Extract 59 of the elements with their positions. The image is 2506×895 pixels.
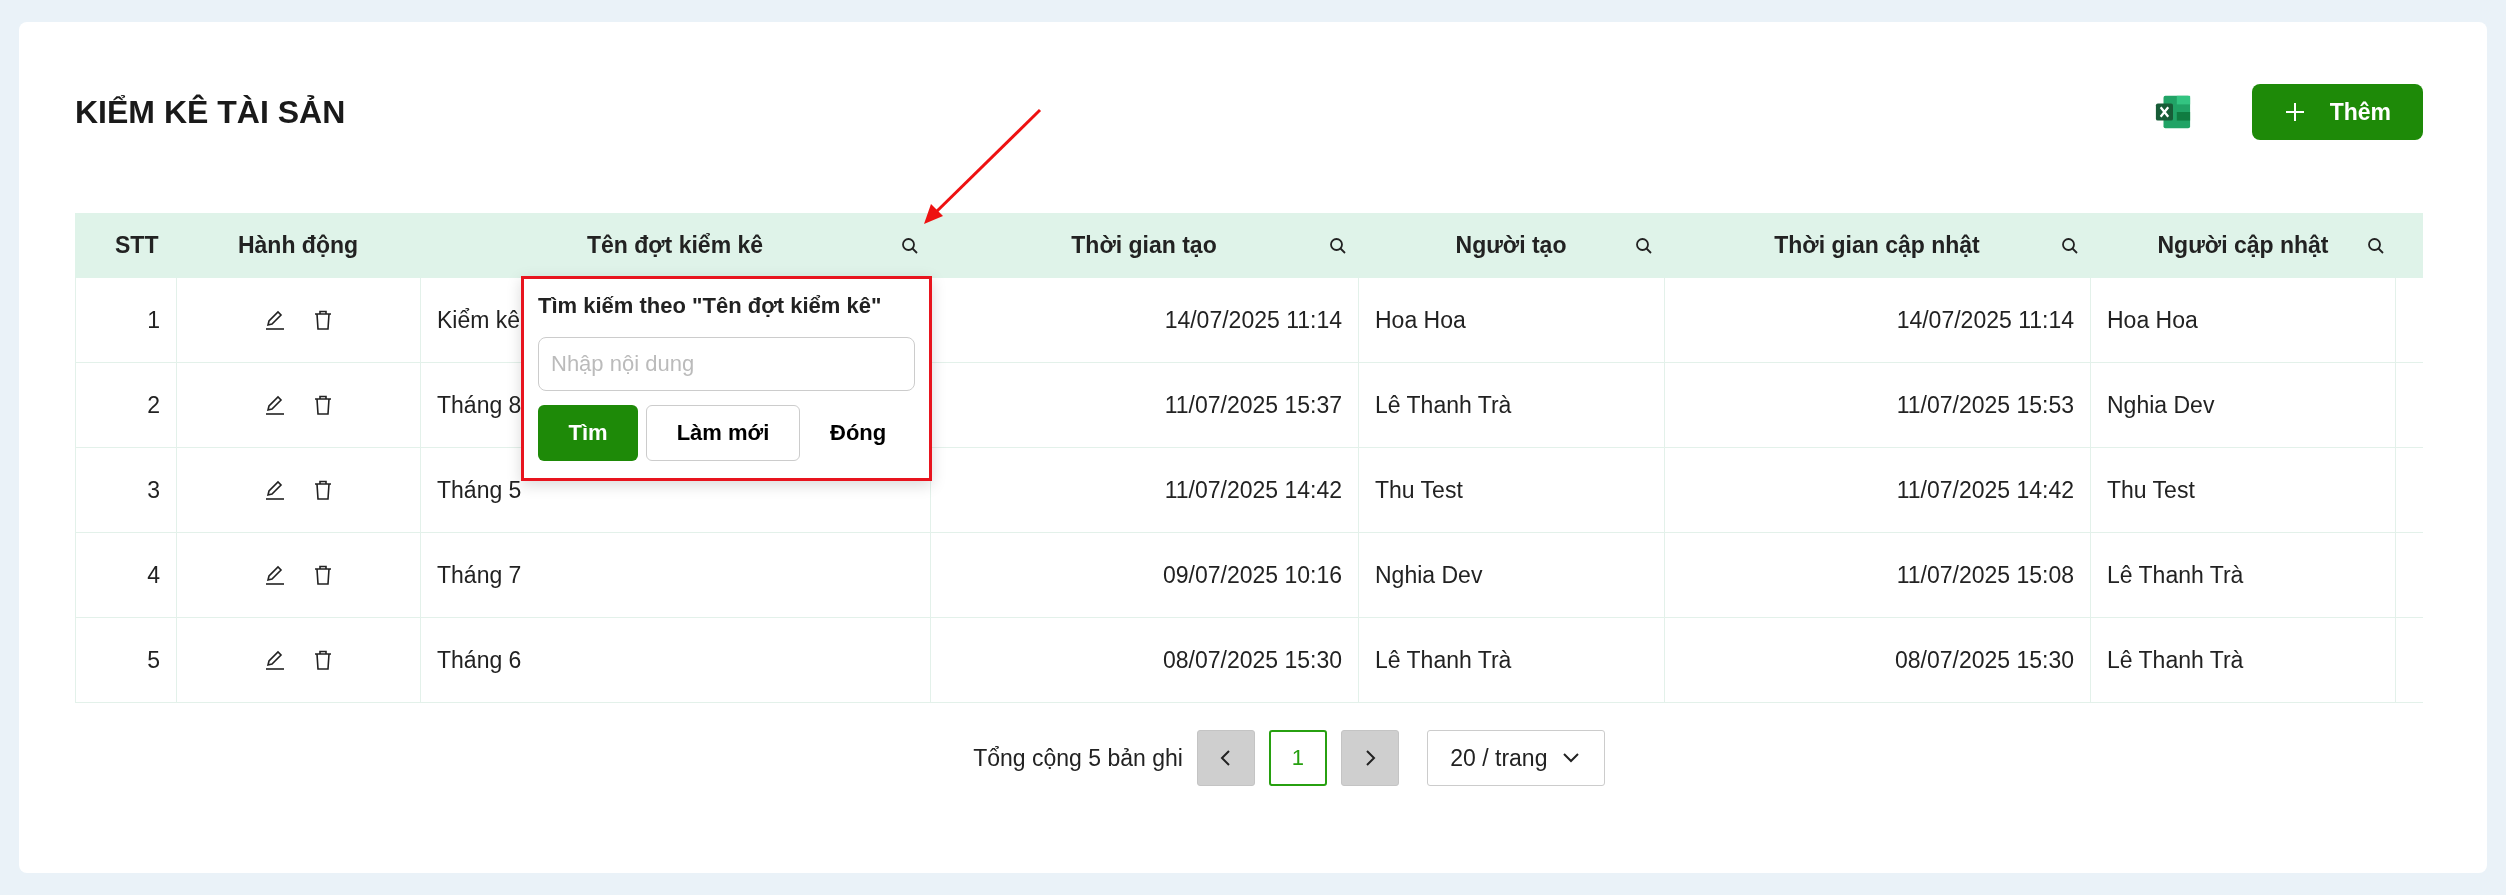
user-cell: Nghia Dev [2107,391,2215,419]
user-cell: Lê Thanh Trà [1375,391,1512,419]
column-header: Tên đợt kiểm kê [585,232,765,259]
index-cell: 2 [147,391,160,419]
user-cell: Thu Test [1375,476,1463,504]
name-cell: Tháng 6 [437,646,522,674]
date-cell: 11/07/2025 15:37 [1164,391,1342,419]
page-title: KIỂM KÊ TÀI SẢN [75,93,346,131]
spreadsheet-icon[interactable] [2153,93,2192,131]
column-header: Người cập nhật [2156,232,2330,259]
popup-title: Tìm kiếm theo "Tên đợt kiểm kê" [538,293,883,319]
name-cell: Tháng 5 [437,476,522,504]
user-cell: Hoa Hoa [1375,306,1466,334]
search-icon[interactable] [2367,236,2385,255]
edit-icon[interactable] [263,309,286,331]
search-icon[interactable] [1329,236,1347,255]
search-field[interactable]: Nhập nội dung [538,337,915,391]
add-button[interactable]: Thêm [2251,84,2423,140]
date-cell: 11/07/2025 14:42 [1164,476,1342,504]
edit-icon[interactable] [263,649,286,671]
index-cell: 4 [147,561,160,589]
caret-icon [1561,751,1582,765]
column-header: Thời gian cập nhật [1773,232,1981,259]
name-cell: Tháng 8 [437,391,522,419]
date-cell: 11/07/2025 15:08 [1896,561,2074,589]
search-button[interactable]: Tìm [538,405,638,461]
user-cell: Nghia Dev [1375,561,1483,589]
column-header: Hành động [236,232,360,259]
name-cell: Tháng 7 [437,561,522,589]
index-cell: 5 [147,646,160,674]
date-cell: 08/07/2025 15:30 [1162,646,1342,674]
date-cell: 14/07/2025 11:14 [1164,306,1342,334]
index-cell: 1 [147,306,160,334]
edit-icon[interactable] [263,394,286,416]
user-cell: Lê Thanh Trà [2107,646,2244,674]
user-cell: Lê Thanh Trà [1375,646,1512,674]
total-count: Tổng cộng 5 bản ghi [973,744,1183,772]
reset-button[interactable]: Làm mới [646,405,800,461]
search-icon[interactable] [2061,236,2079,255]
user-cell: Lê Thanh Trà [2107,561,2244,589]
date-cell: 14/07/2025 11:14 [1896,306,2074,334]
user-cell: Hoa Hoa [2107,306,2198,334]
close-button[interactable]: Đóng [808,405,909,461]
search-icon[interactable] [901,236,919,255]
date-cell: 11/07/2025 14:42 [1896,476,2074,504]
date-cell: 09/07/2025 10:16 [1162,561,1342,589]
name-cell: Kiểm kê [437,306,521,334]
edit-icon[interactable] [263,564,286,586]
page-size-select[interactable]: 20 / trang [1426,730,1605,786]
edit-icon[interactable] [263,479,286,501]
column-header: Người tạo [1454,232,1568,259]
column-header: Thời gian tạo [1070,232,1218,259]
date-cell: 08/07/2025 15:30 [1894,646,2074,674]
date-cell: 11/07/2025 15:53 [1896,391,2074,419]
plus-icon [2283,101,2306,123]
user-cell: Thu Test [2107,476,2195,504]
index-cell: 3 [147,476,160,504]
column-header: STT [115,232,159,259]
search-icon[interactable] [1635,236,1653,255]
